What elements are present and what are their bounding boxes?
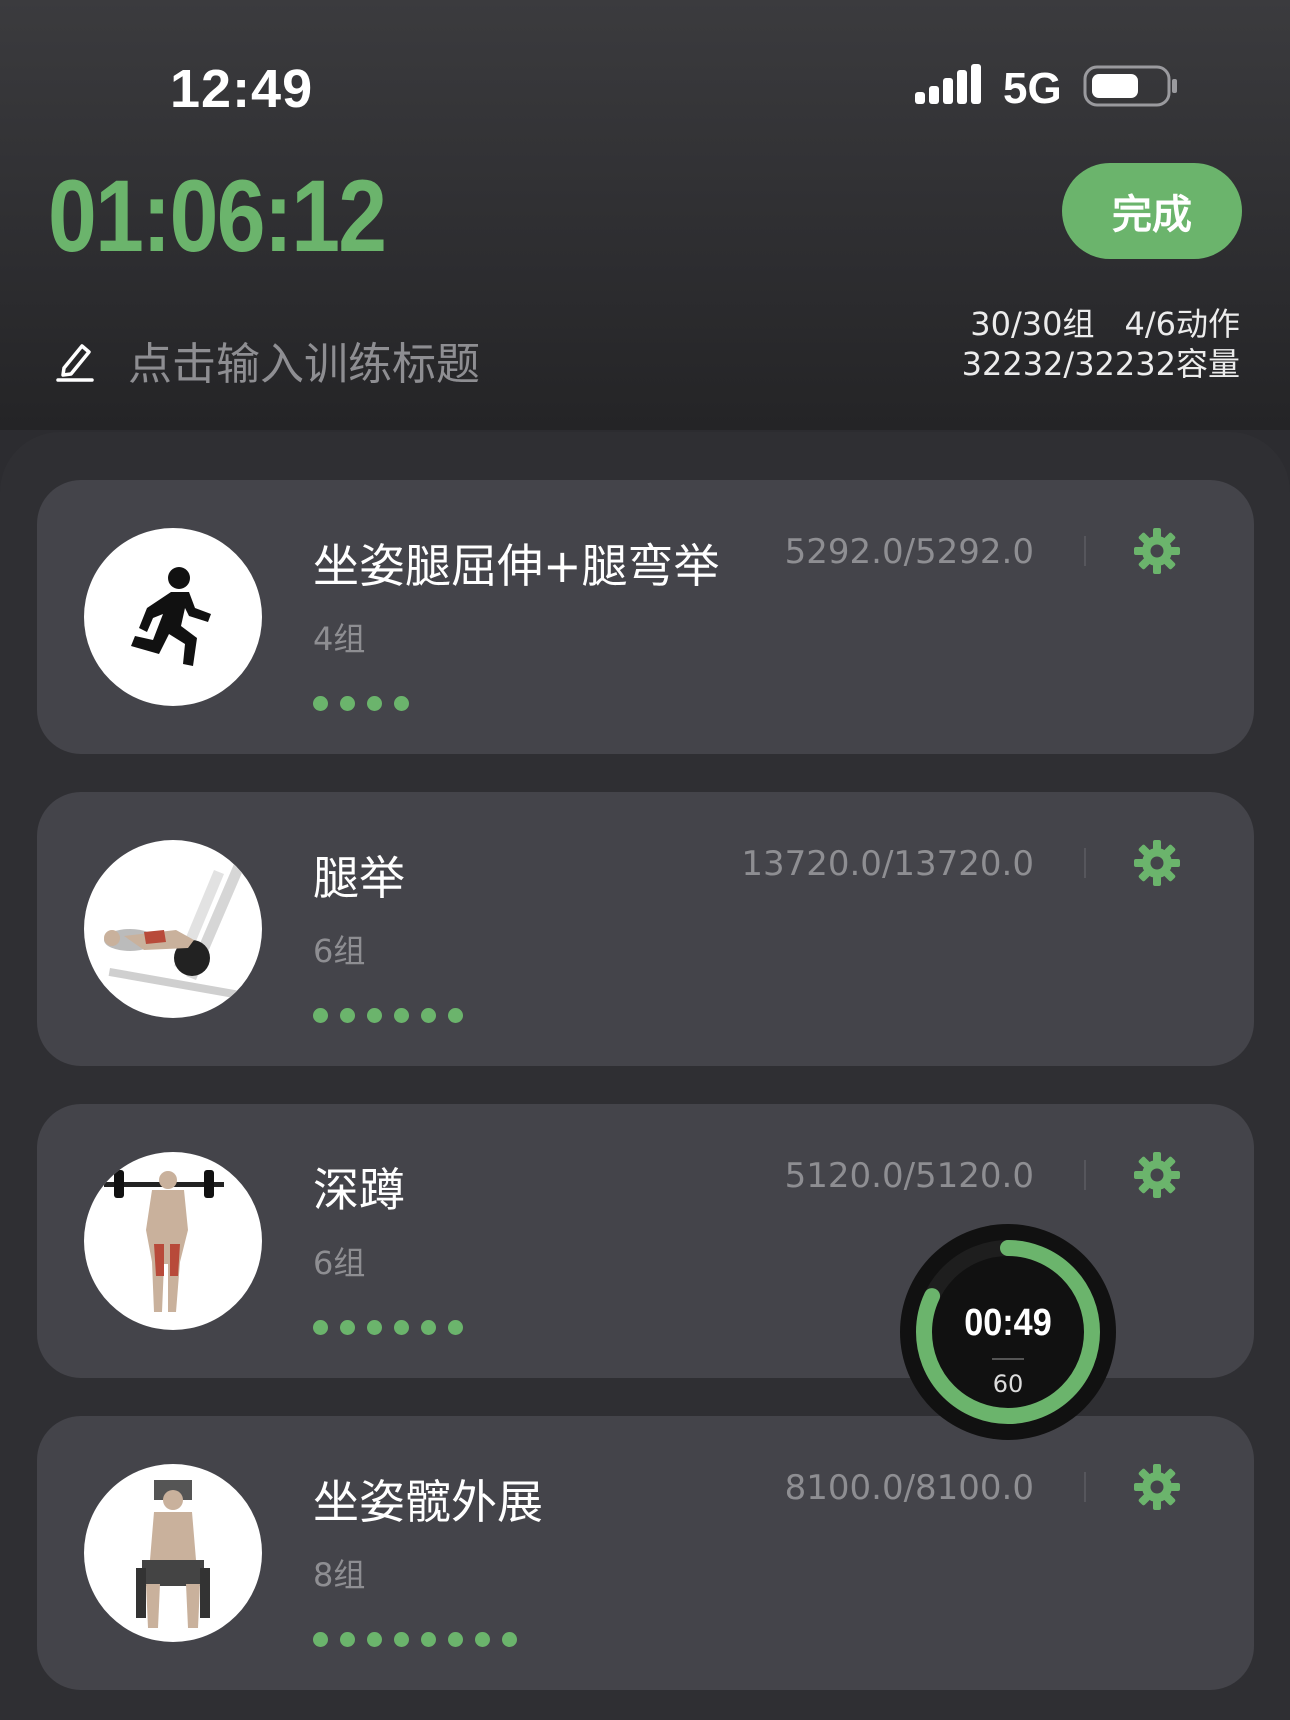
set-dot <box>340 696 355 711</box>
exercise-card[interactable]: 坐姿髋外展 8组 8100.0/8100.0 <box>37 1416 1254 1690</box>
divider <box>1084 1160 1086 1190</box>
set-dot <box>421 1320 436 1335</box>
exercise-sets: 6组 <box>313 932 366 970</box>
set-dot <box>448 1320 463 1335</box>
elapsed-timer: 01:06:12 <box>48 159 387 273</box>
set-dot <box>340 1320 355 1335</box>
set-dot <box>448 1008 463 1023</box>
network-type: 5G <box>1003 64 1062 113</box>
exercise-card[interactable]: 坐姿腿屈伸+腿弯举 4组 5292.0/5292.0 <box>37 480 1254 754</box>
set-dot <box>448 1632 463 1647</box>
divider <box>1084 848 1086 878</box>
set-dot <box>394 1632 409 1647</box>
divider <box>1084 1472 1086 1502</box>
set-dot <box>367 1632 382 1647</box>
gear-icon[interactable] <box>1132 1462 1182 1512</box>
set-dot <box>475 1632 490 1647</box>
finish-button[interactable]: 完成 <box>1062 163 1242 259</box>
workout-title-input[interactable]: 点击输入训练标题 <box>128 328 480 392</box>
exercise-sets: 8组 <box>313 1556 366 1594</box>
set-progress-dots <box>313 696 421 711</box>
exercise-count: 4/6动作 <box>1124 305 1240 343</box>
squat-illustration <box>84 1152 262 1330</box>
set-dot <box>394 1008 409 1023</box>
exercise-name: 腿举 <box>313 851 405 905</box>
set-dot <box>421 1632 436 1647</box>
set-dot <box>340 1632 355 1647</box>
set-dot <box>340 1008 355 1023</box>
workout-screen: 12:49 5G 01:06:12 完成 点击输入训练标题 30/30组 4/6动… <box>0 0 1290 1720</box>
rest-timer[interactable]: 00:49 60 <box>900 1224 1116 1440</box>
exercise-name: 深蹲 <box>313 1163 405 1217</box>
set-dot <box>367 1008 382 1023</box>
set-dot <box>421 1008 436 1023</box>
gear-icon[interactable] <box>1132 526 1182 576</box>
signal-icon <box>915 64 981 104</box>
set-dot <box>367 696 382 711</box>
exercise-volume: 13720.0/13720.0 <box>741 844 1034 884</box>
set-dot <box>394 696 409 711</box>
divider <box>992 1358 1024 1360</box>
exercise-card[interactable]: 腿举 6组 13720.0/13720.0 <box>37 792 1254 1066</box>
volume-total: 32232/32232容量 <box>961 345 1240 383</box>
set-dot <box>313 1632 328 1647</box>
exercise-volume: 5120.0/5120.0 <box>784 1156 1034 1196</box>
set-dot <box>502 1632 517 1647</box>
set-progress-dots <box>313 1320 475 1335</box>
exercise-volume: 5292.0/5292.0 <box>784 532 1034 572</box>
set-progress-dots <box>313 1632 529 1647</box>
leg-press-illustration <box>84 840 262 1018</box>
battery-icon <box>1083 65 1177 107</box>
divider <box>1084 536 1086 566</box>
set-dot <box>394 1320 409 1335</box>
exercise-sets: 6组 <box>313 1244 366 1282</box>
set-progress-dots <box>313 1008 475 1023</box>
rest-remaining: 00:49 <box>964 1302 1052 1344</box>
set-dot <box>313 696 328 711</box>
exercise-volume: 8100.0/8100.0 <box>784 1468 1034 1508</box>
exercise-name: 坐姿腿屈伸+腿弯举 <box>313 539 720 593</box>
exercise-sets: 4组 <box>313 620 366 658</box>
gear-icon[interactable] <box>1132 1150 1182 1200</box>
pencil-icon <box>56 344 94 382</box>
workout-stats: 30/30组 4/6动作 32232/32232容量 <box>962 304 1240 384</box>
set-dot <box>313 1008 328 1023</box>
set-dot <box>367 1320 382 1335</box>
running-person-icon <box>84 528 262 706</box>
hip-abduction-illustration <box>84 1464 262 1642</box>
status-time: 12:49 <box>170 59 314 119</box>
exercise-name: 坐姿髋外展 <box>313 1475 543 1529</box>
workout-title-row[interactable]: 点击输入训练标题 <box>56 328 480 392</box>
gear-icon[interactable] <box>1132 838 1182 888</box>
rest-total: 60 <box>992 1370 1024 1398</box>
set-dot <box>313 1320 328 1335</box>
sets-count: 30/30组 <box>970 305 1095 343</box>
